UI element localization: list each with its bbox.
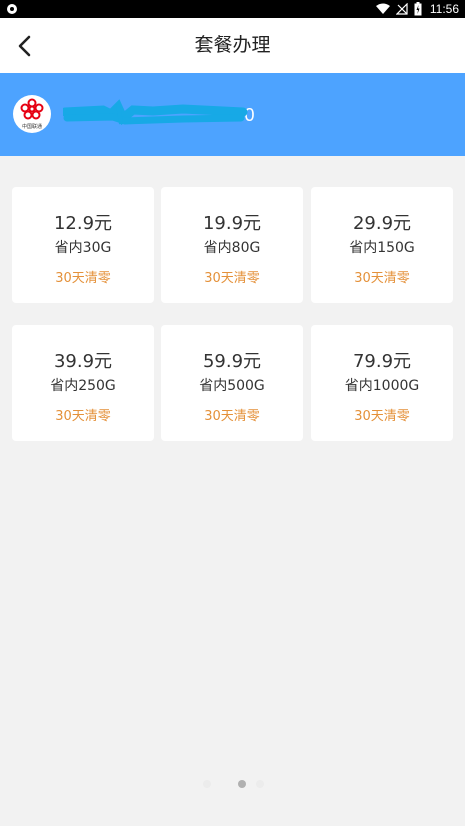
nav-bar: 套餐办理 (0, 18, 465, 73)
package-card[interactable]: 12.9元 省内30G 30天清零 (12, 187, 154, 303)
package-card[interactable]: 19.9元 省内80G 30天清零 (161, 187, 303, 303)
package-data: 省内250G (50, 378, 116, 394)
package-price: 79.9元 (352, 351, 412, 372)
page-dot[interactable] (203, 780, 211, 788)
package-reset: 30天清零 (55, 271, 111, 286)
package-price: 39.9元 (53, 351, 113, 372)
battery-icon (414, 2, 422, 16)
status-time: 11:56 (429, 2, 459, 16)
package-card[interactable]: 59.9元 省内500G 30天清零 (161, 325, 303, 441)
package-data: 省内150G (349, 240, 415, 256)
redaction-scribble (63, 99, 248, 126)
package-reset: 30天清零 (204, 409, 260, 424)
package-card[interactable]: 39.9元 省内250G 30天清零 (12, 325, 154, 441)
package-reset: 30天清零 (354, 271, 410, 286)
package-price: 59.9元 (202, 351, 262, 372)
package-price: 29.9元 (352, 213, 412, 234)
notification-icon (7, 4, 17, 14)
package-data: 省内30G (54, 240, 112, 256)
status-bar: 11:56 (0, 0, 465, 18)
package-reset: 30天清零 (354, 409, 410, 424)
wifi-icon (375, 3, 390, 14)
logo-caption: 中国联通 (21, 124, 42, 130)
page-title: 套餐办理 (194, 34, 271, 56)
package-price: 12.9元 (53, 213, 113, 234)
phone-number: 0000 (63, 98, 255, 130)
package-price: 19.9元 (202, 213, 262, 234)
page-indicator (0, 780, 465, 790)
package-card[interactable]: 29.9元 省内150G 30天清零 (311, 187, 453, 303)
page-dot-active[interactable] (238, 780, 246, 788)
package-reset: 30天清零 (204, 271, 260, 286)
page-dot[interactable] (256, 780, 264, 788)
signal-off-icon (395, 3, 408, 15)
carrier-logo: 中国联通 (13, 95, 51, 133)
china-unicom-logo-icon (20, 98, 44, 120)
package-card[interactable]: 79.9元 省内1000G 30天清零 (311, 325, 453, 441)
package-data: 省内1000G (344, 378, 420, 394)
package-reset: 30天清零 (55, 409, 111, 424)
package-data: 省内500G (199, 378, 265, 394)
package-data: 省内80G (203, 240, 261, 256)
